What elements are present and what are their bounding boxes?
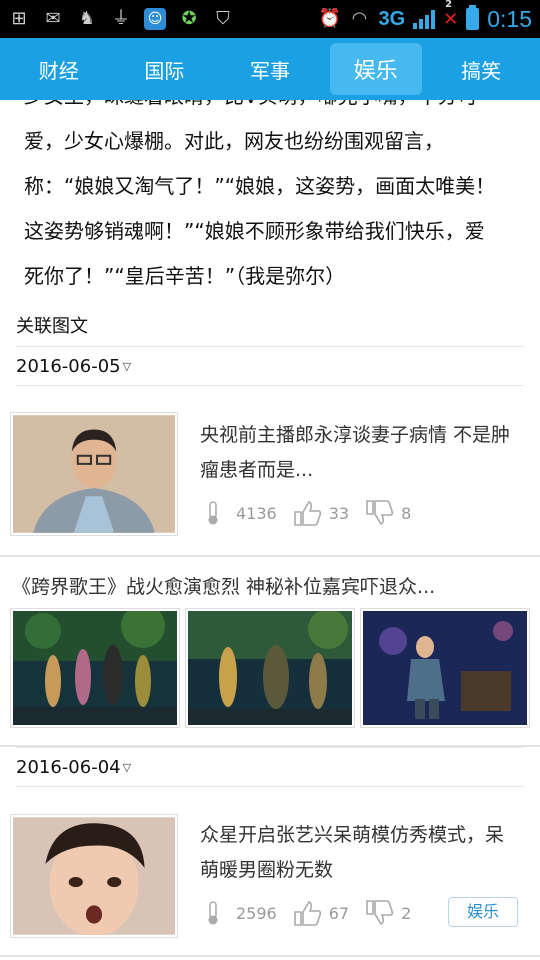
usb-icon: ⏚: [112, 8, 130, 29]
thermometer-icon: [208, 901, 218, 925]
views-stat: 2596: [204, 900, 277, 926]
tab-military[interactable]: 军事: [224, 45, 316, 94]
tab-international[interactable]: 国际: [118, 45, 210, 94]
article-line: 死你了！”“皇后辛苦！”（我是弥尔）: [24, 264, 346, 288]
like-button[interactable]: 67: [293, 900, 349, 926]
dislike-button[interactable]: 2: [365, 900, 411, 926]
stage-singer-seated-image: [363, 611, 527, 725]
status-bar: ⊞ ✉ ♞ ⏚ ☺ ✪ ⛉ ⏰ ◠ 3G 2 ✕ 0:15: [0, 0, 540, 38]
clock: 0:15: [487, 5, 532, 32]
gallery-image-3[interactable]: [360, 608, 530, 728]
tab-entertainment[interactable]: 娱乐: [329, 43, 422, 95]
article-line: 这姿势够销魂啊！”“娘娘不顾形象带给我们快乐，爱: [24, 219, 485, 243]
divider: [0, 955, 540, 957]
stage-performance-image: [188, 611, 352, 725]
views-count: 4136: [236, 503, 277, 523]
dislikes-count: 8: [401, 503, 412, 523]
gallery-title[interactable]: 《跨界歌王》战火愈演愈烈 神秘补位嘉宾吓退众...: [12, 572, 435, 599]
date-label: 2016-06-04: [16, 756, 121, 778]
thumbs-down-icon: [366, 500, 394, 525]
category-tab-bar: 财经 国际 军事 娱乐 搞笑: [0, 38, 540, 100]
gallery-images: [10, 608, 530, 728]
no-sim-icon: 2 ✕: [443, 0, 459, 30]
security-check-icon: ⛉: [216, 8, 230, 29]
dislike-button[interactable]: 8: [365, 500, 411, 526]
divider: [0, 555, 540, 557]
thumbs-up-icon: [293, 901, 321, 926]
tab-finance[interactable]: 财经: [13, 45, 105, 94]
alarm-icon: ⏰: [318, 8, 341, 29]
wifi-icon: ◠: [351, 8, 368, 29]
news-title[interactable]: 众星开启张艺兴呆萌模仿秀模式，呆萌暖男圈粉无数: [200, 818, 520, 888]
tab-funny[interactable]: 搞笑: [435, 45, 527, 94]
news-stats: 2596 67 2: [204, 900, 411, 926]
network-type: 3G: [378, 7, 406, 30]
thumbs-down-icon: [366, 900, 394, 925]
date-filter-1[interactable]: 2016-06-05 ▽: [16, 346, 524, 386]
article-line-cut: 少女王，眯缝着眼睛，比V实萌，嘟兜小嘴，十分可: [0, 100, 540, 119]
gallery-image-1[interactable]: [10, 608, 180, 728]
article-line: 爱，少女心爆棚。对此，网友也纷纷围观留言，: [24, 129, 444, 153]
article-body: 少女王，眯缝着眼睛，比V实萌，嘟兜小嘴，十分可 爱，少女心爆棚。对此，网友也纷纷…: [0, 100, 540, 300]
thermometer-icon: [208, 501, 218, 525]
qq-icon: ☺: [144, 8, 166, 30]
gallery-image-2[interactable]: [185, 608, 355, 728]
article-line: 称：“娘娘又淘气了！”“娘娘，这姿势，画面太唯美！: [24, 174, 496, 198]
date-label: 2016-06-05: [16, 355, 121, 377]
battery-icon: [466, 5, 480, 30]
likes-count: 33: [328, 503, 350, 523]
wechat-icon: ✪: [181, 8, 197, 29]
news-title[interactable]: 央视前主播郎永淳谈妻子病情 不是肿瘤患者而是...: [200, 418, 520, 488]
signal-icon: [413, 9, 436, 29]
likes-count: 67: [328, 903, 350, 923]
add-icon: ⊞: [11, 8, 27, 29]
news-thumbnail[interactable]: [10, 814, 178, 938]
date-filter-2[interactable]: 2016-06-04 ▽: [16, 747, 524, 787]
related-section-title: 关联图文: [16, 316, 88, 337]
triangle-down-icon: ▽: [122, 760, 132, 774]
dislikes-count: 2: [401, 903, 412, 923]
news-stats: 4136 33 8: [204, 500, 411, 526]
system-status: ⏰ ◠ 3G 2 ✕ 0:15: [318, 0, 532, 33]
portrait-man-glasses-image: [13, 415, 175, 533]
android-icon: ♞: [78, 8, 96, 29]
like-button[interactable]: 33: [293, 500, 349, 526]
stage-performance-image: [13, 611, 177, 725]
category-tag[interactable]: 娱乐: [448, 897, 518, 927]
thumbs-up-icon: [293, 501, 321, 526]
views-count: 2596: [236, 903, 277, 923]
triangle-down-icon: ▽: [122, 359, 132, 373]
portrait-surprised-man-image: [13, 817, 175, 935]
notification-icons: ⊞ ✉ ♞ ⏚ ☺ ✪ ⛉: [8, 8, 234, 30]
sim-slot-badge: 2: [445, 0, 453, 10]
news-thumbnail[interactable]: [10, 412, 178, 536]
views-stat: 4136: [204, 500, 277, 526]
mail-check-icon: ✉: [45, 8, 61, 29]
